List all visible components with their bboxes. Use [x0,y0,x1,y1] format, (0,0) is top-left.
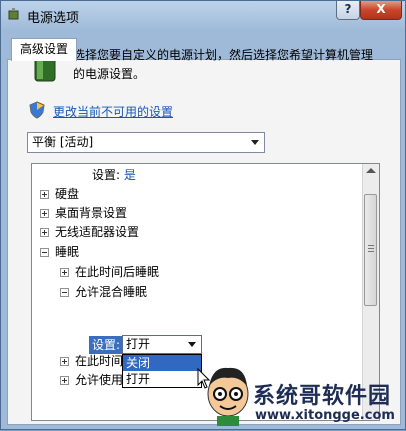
tree-item-after-time[interactable]: 在此时间 [60,352,123,370]
tree-item-wireless-adapter[interactable]: 无线适配器设置 [40,223,139,241]
combo-value: 打开 [126,337,151,351]
chevron-down-icon [188,342,196,347]
tree-item-sleep-after[interactable]: 在此时间后睡眠 [60,263,159,281]
expand-plus-icon[interactable] [60,357,69,366]
grip-line [368,251,374,252]
expand-plus-icon[interactable] [40,190,49,199]
close-button[interactable]: X [360,1,402,20]
grip-line [368,248,374,249]
chevron-down-icon [251,140,259,145]
power-plan-select[interactable]: 平衡 [活动] [27,132,265,153]
collapse-minus-icon[interactable] [60,288,69,297]
power-options-icon [8,8,19,20]
title-bar[interactable]: 电源选项 ? X [1,1,405,31]
tree-item-label: 硬盘 [55,187,80,201]
hybrid-sleep-combo[interactable]: 打开 [122,335,202,354]
cartoon-mascot-icon [207,367,249,426]
tree-item-label: 在此时间 [75,354,124,368]
hybrid-sleep-dropdown[interactable]: 关闭 打开 [122,354,202,388]
change-unavailable-settings-link[interactable]: 更改当前不可用的设置 [53,103,173,120]
grip-line [368,245,374,246]
setting-label: 设置: [92,168,121,182]
power-plan-value: 平衡 [活动] [32,135,94,149]
dropdown-option-off[interactable]: 关闭 [123,355,201,371]
tree-item-label: 睡眠 [55,245,80,259]
tree-item-label: 桌面背景设置 [55,206,128,220]
help-button[interactable]: ? [336,1,360,20]
tree-item-desktop-background[interactable]: 桌面背景设置 [40,204,127,222]
intro-text: 选择您要自定义的电源计划，然后选择您希望计算机管理的电源设置。 [73,48,374,81]
scrollbar-thumb[interactable] [364,194,377,306]
tree-item-hybrid-sleep[interactable]: 允许混合睡眠 [60,283,147,301]
tree-setting-row: 设置: 是 [92,166,136,184]
tree-item-label: 允许混合睡眠 [75,285,148,299]
tab-advanced-settings[interactable]: 高级设置 [11,38,78,61]
expand-plus-icon[interactable] [60,268,69,277]
expand-plus-icon[interactable] [40,228,49,237]
expand-plus-icon[interactable] [60,376,69,385]
window-title: 电源选项 [27,11,80,26]
watermark-url: www.xitongge.com [255,408,395,423]
tree-item-sleep[interactable]: 睡眠 [40,243,79,261]
uac-shield-icon [29,101,45,119]
tree-item-hard-disk[interactable]: 硬盘 [40,185,79,203]
tree-item-allow-use[interactable]: 允许使用 [60,371,123,389]
hybrid-setting-label: 设置: [89,336,124,354]
tree-item-label: 无线适配器设置 [55,225,140,239]
setting-value-link[interactable]: 是 [124,168,136,182]
tree-item-label: 允许使用 [75,373,124,387]
watermark-name: 系统哥软件园 [253,384,392,409]
scroll-up-arrow-icon[interactable] [366,168,376,173]
collapse-minus-icon[interactable] [40,248,49,257]
expand-plus-icon[interactable] [40,209,49,218]
watermark-logo: 系统哥软件园 www.xitongge.com [203,364,406,431]
tree-item-label: 在此时间后睡眠 [75,265,160,279]
power-options-window: 电源选项 ? X 高级设置 选择您要自定义的电源计划，然后选择您希望计算机管理的… [0,0,406,430]
dropdown-option-on[interactable]: 打开 [123,371,201,387]
